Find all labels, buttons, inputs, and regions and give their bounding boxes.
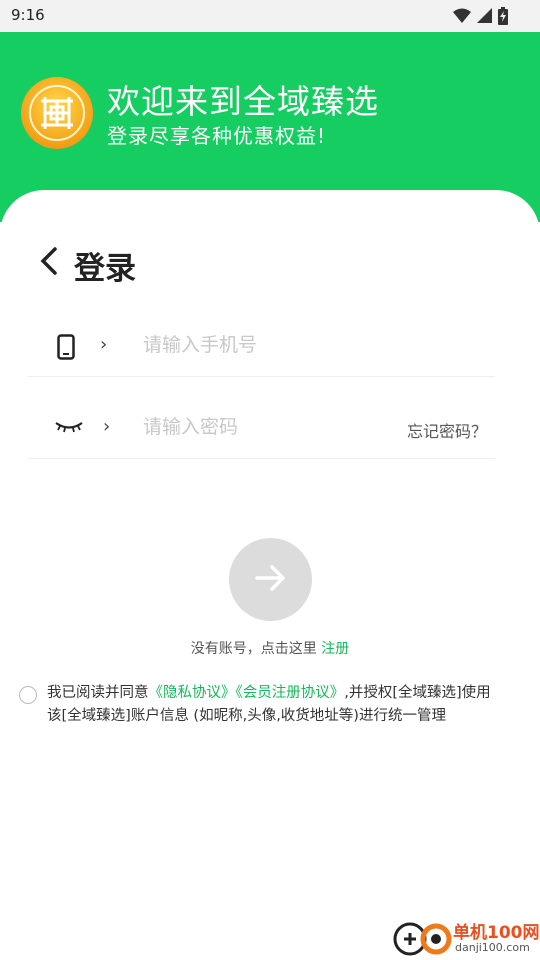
password-input[interactable] [141,415,375,439]
no-account-text: 没有账号，点击这里 注册 [0,638,540,658]
phone-row: › [28,296,495,377]
password-row: › 忘记密码？ [28,378,495,459]
agreement-prefix: 我已阅读并同意 [47,685,149,701]
no-account-label: 没有账号，点击这里 [190,641,322,657]
chevron-right-icon: › [103,416,111,437]
phone-input[interactable] [141,333,475,357]
agreement-checkbox[interactable] [19,686,37,704]
welcome-subtitle: 登录尽享各种优惠权益! [107,124,327,148]
login-title: 登录 [74,251,136,287]
watermark-url: danji100.com [455,941,530,954]
privacy-agreement-link[interactable]: 《隐私协议》 [149,685,236,701]
status-time: 9:16 [11,6,45,24]
member-agreement-link[interactable]: 《会员注册协议》 [236,685,345,701]
status-bar: 9:16 [0,0,540,32]
battery-icon [498,7,508,25]
forgot-password-link[interactable]: 忘记密码？ [407,418,487,442]
wifi-icon [453,8,471,23]
chevron-right-icon: › [100,334,108,355]
back-icon[interactable] [38,246,60,276]
phone-icon [57,334,75,360]
app-logo [21,77,93,149]
signal-icon [477,8,492,23]
register-link[interactable]: 注册 [321,641,349,657]
login-submit-button[interactable] [229,538,312,621]
agreement-text: 我已阅读并同意《隐私协议》《会员注册协议》,并授权[全域臻选]使用该[全域臻选]… [47,682,497,728]
eye-closed-icon[interactable] [54,420,84,434]
status-icons [453,7,508,25]
arrow-right-icon [254,565,285,591]
welcome-title: 欢迎来到全域臻选 [107,82,379,121]
watermark-title: 单机100网 [453,923,540,943]
